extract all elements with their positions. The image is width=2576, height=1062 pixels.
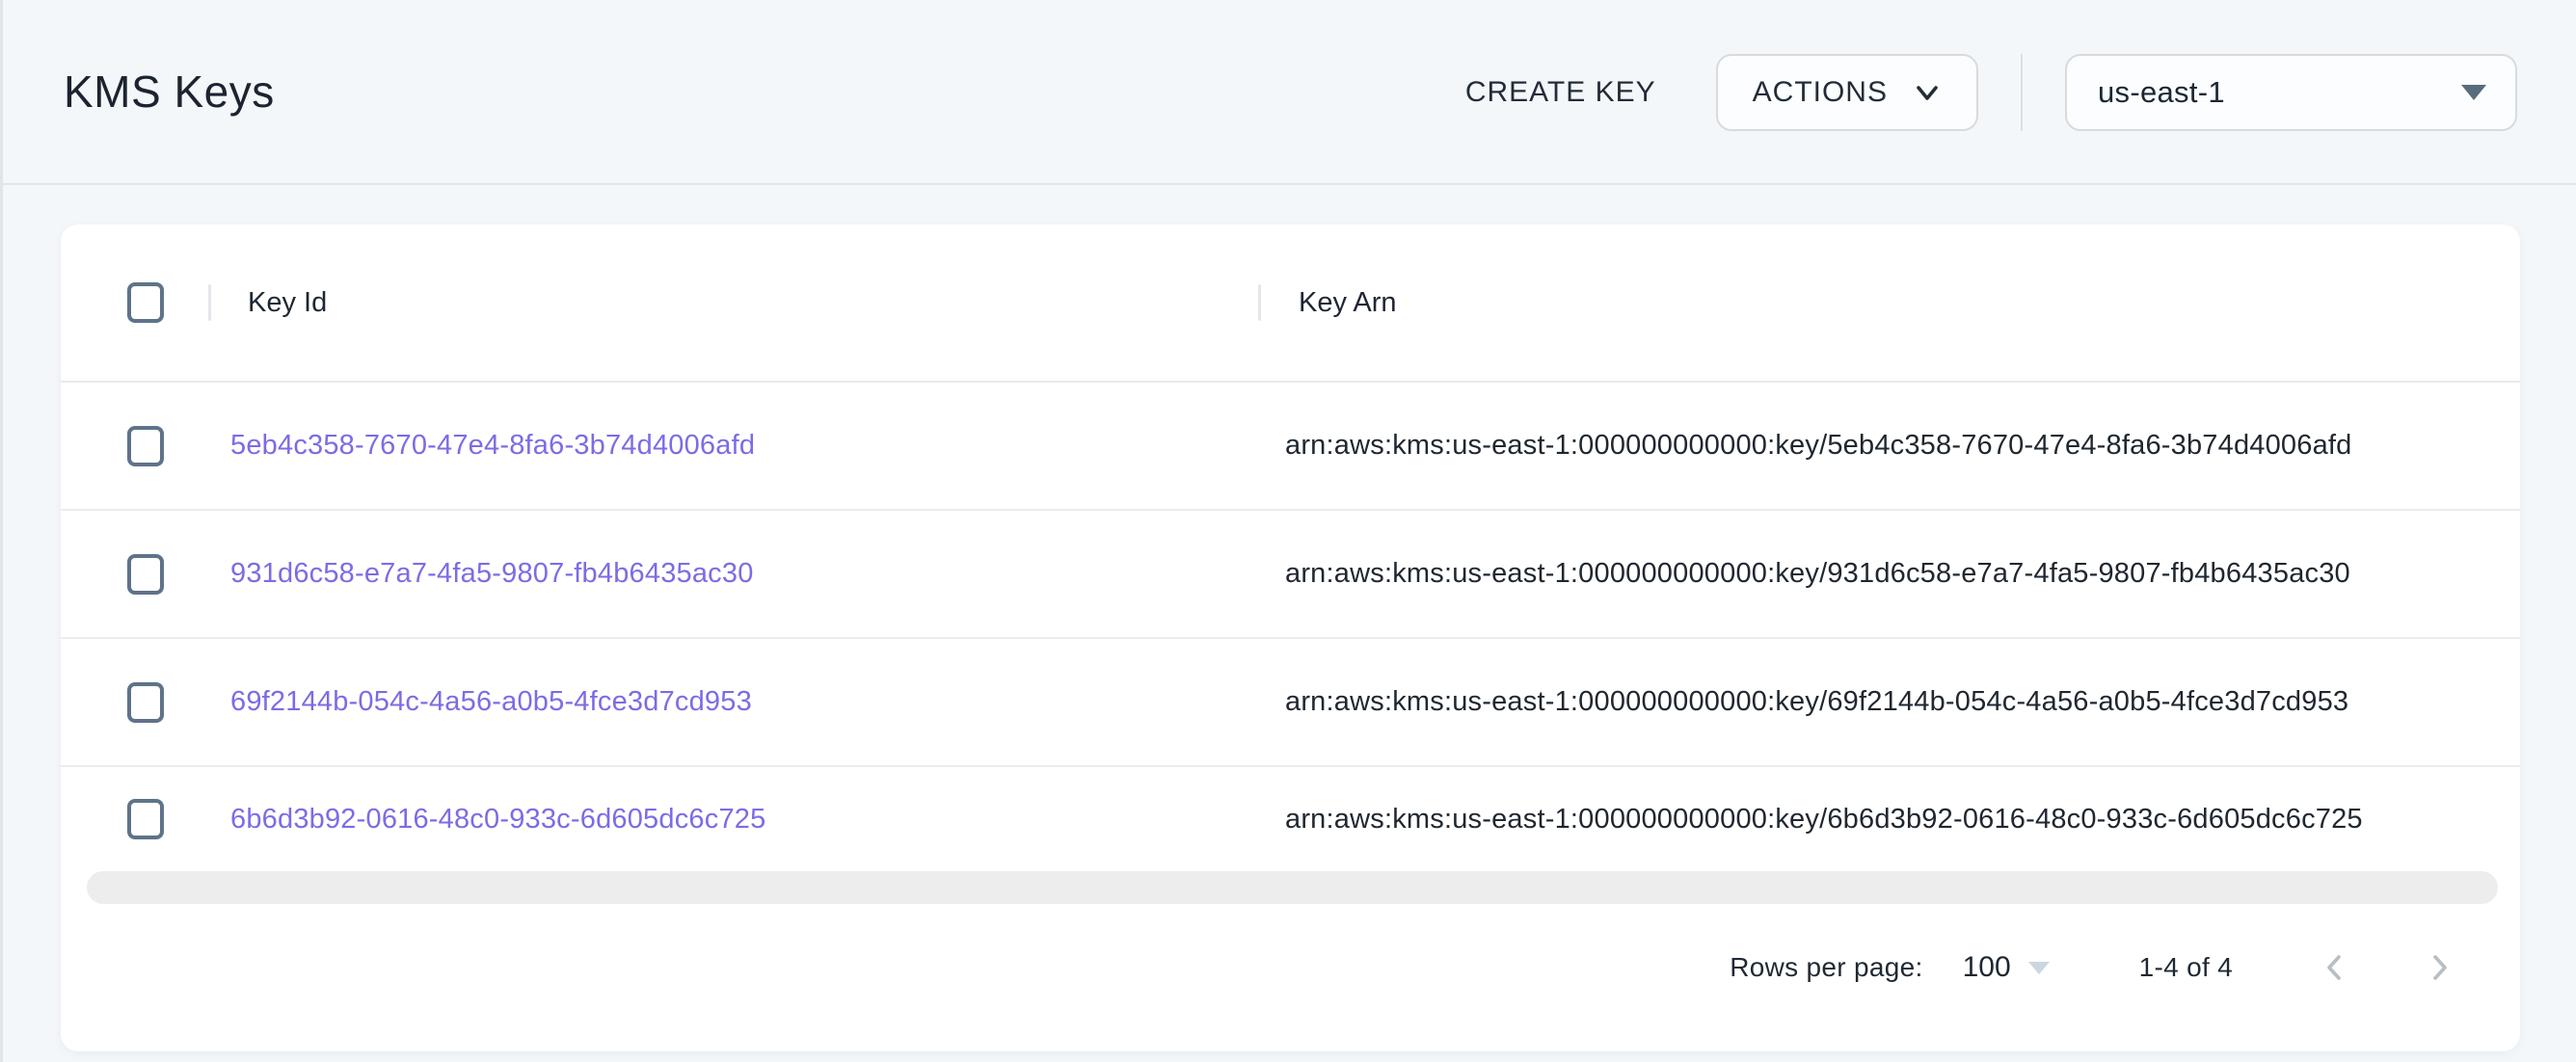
key-id-link[interactable]: 69f2144b-054c-4a56-a0b5-4fce3d7cd953 <box>230 686 752 717</box>
table-row: 69f2144b-054c-4a56-a0b5-4fce3d7cd953 arn… <box>61 639 2520 767</box>
row-checkbox[interactable] <box>127 554 164 595</box>
chevron-down-icon <box>1913 78 1942 107</box>
kms-keys-table-card: Key Id Key Arn 5eb4c358-7670-47e4-8fa6-3… <box>61 225 2520 1051</box>
actions-button-label: ACTIONS <box>1753 76 1888 109</box>
key-id-cell: 5eb4c358-7670-47e4-8fa6-3b74d4006afd <box>230 430 1258 462</box>
key-id-cell: 69f2144b-054c-4a56-a0b5-4fce3d7cd953 <box>230 686 1258 718</box>
row-checkbox-cell <box>61 426 230 466</box>
row-checkbox[interactable] <box>127 799 164 839</box>
select-all-checkbox[interactable] <box>127 282 164 323</box>
row-checkbox-cell <box>61 682 230 723</box>
column-header-key-id[interactable]: Key Id <box>230 287 1258 319</box>
row-checkbox-cell <box>61 799 230 839</box>
column-header-key-arn-label: Key Arn <box>1299 287 1397 318</box>
header-actions: CREATE KEY ACTIONS us-east-1 <box>1456 54 2517 131</box>
table-row: 5eb4c358-7670-47e4-8fa6-3b74d4006afd arn… <box>61 383 2520 511</box>
pagination-range-label: 1-4 of 4 <box>2139 952 2233 983</box>
key-arn-cell: arn:aws:kms:us-east-1:000000000000:key/9… <box>1258 558 2520 590</box>
rows-per-page-value: 100 <box>1963 951 2011 984</box>
rows-per-page-select[interactable]: 100 <box>1963 951 2050 984</box>
previous-page-button[interactable] <box>2318 950 2352 985</box>
create-key-button[interactable]: CREATE KEY <box>1456 54 1666 131</box>
row-checkbox[interactable] <box>127 682 164 723</box>
horizontal-scrollbar-thumb[interactable] <box>87 871 2498 904</box>
key-arn-cell: arn:aws:kms:us-east-1:000000000000:key/5… <box>1258 430 2520 462</box>
dropdown-arrow-icon <box>2028 962 2050 974</box>
region-select-value: us-east-1 <box>2098 75 2461 110</box>
select-all-cell <box>61 282 230 323</box>
next-page-button[interactable] <box>2422 950 2456 985</box>
column-header-key-id-label: Key Id <box>248 287 327 318</box>
actions-button[interactable]: ACTIONS <box>1716 54 1978 131</box>
row-checkbox[interactable] <box>127 426 164 466</box>
table-row: 6b6d3b92-0616-48c0-933c-6d605dc6c725 arn… <box>61 767 2520 871</box>
dropdown-arrow-icon <box>2461 85 2486 100</box>
column-separator[interactable] <box>208 284 211 321</box>
key-id-link[interactable]: 5eb4c358-7670-47e4-8fa6-3b74d4006afd <box>230 430 755 461</box>
row-checkbox-cell <box>61 554 230 595</box>
table-header-row: Key Id Key Arn <box>61 225 2520 383</box>
toolbar-divider <box>2021 54 2023 131</box>
column-header-key-arn[interactable]: Key Arn <box>1258 287 2520 319</box>
key-arn-cell: arn:aws:kms:us-east-1:000000000000:key/6… <box>1258 686 2520 718</box>
region-select[interactable]: us-east-1 <box>2065 54 2517 131</box>
chevron-left-icon <box>2318 950 2352 985</box>
key-id-cell: 6b6d3b92-0616-48c0-933c-6d605dc6c725 <box>230 804 1258 836</box>
page-header: KMS Keys CREATE KEY ACTIONS us-east-1 <box>0 0 2576 185</box>
horizontal-scrollbar-track <box>87 871 2498 904</box>
chevron-right-icon <box>2422 950 2456 985</box>
page-title: KMS Keys <box>64 66 275 118</box>
table-row: 931d6c58-e7a7-4fa5-9807-fb4b6435ac30 arn… <box>61 511 2520 639</box>
key-arn-cell: arn:aws:kms:us-east-1:000000000000:key/6… <box>1258 804 2520 836</box>
column-separator[interactable] <box>1258 284 1261 321</box>
key-id-link[interactable]: 6b6d3b92-0616-48c0-933c-6d605dc6c725 <box>230 804 765 835</box>
rows-per-page-label: Rows per page: <box>1730 952 1922 983</box>
key-id-link[interactable]: 931d6c58-e7a7-4fa5-9807-fb4b6435ac30 <box>230 558 754 589</box>
key-id-cell: 931d6c58-e7a7-4fa5-9807-fb4b6435ac30 <box>230 558 1258 590</box>
pagination-bar: Rows per page: 100 1-4 of 4 <box>1730 937 2456 998</box>
